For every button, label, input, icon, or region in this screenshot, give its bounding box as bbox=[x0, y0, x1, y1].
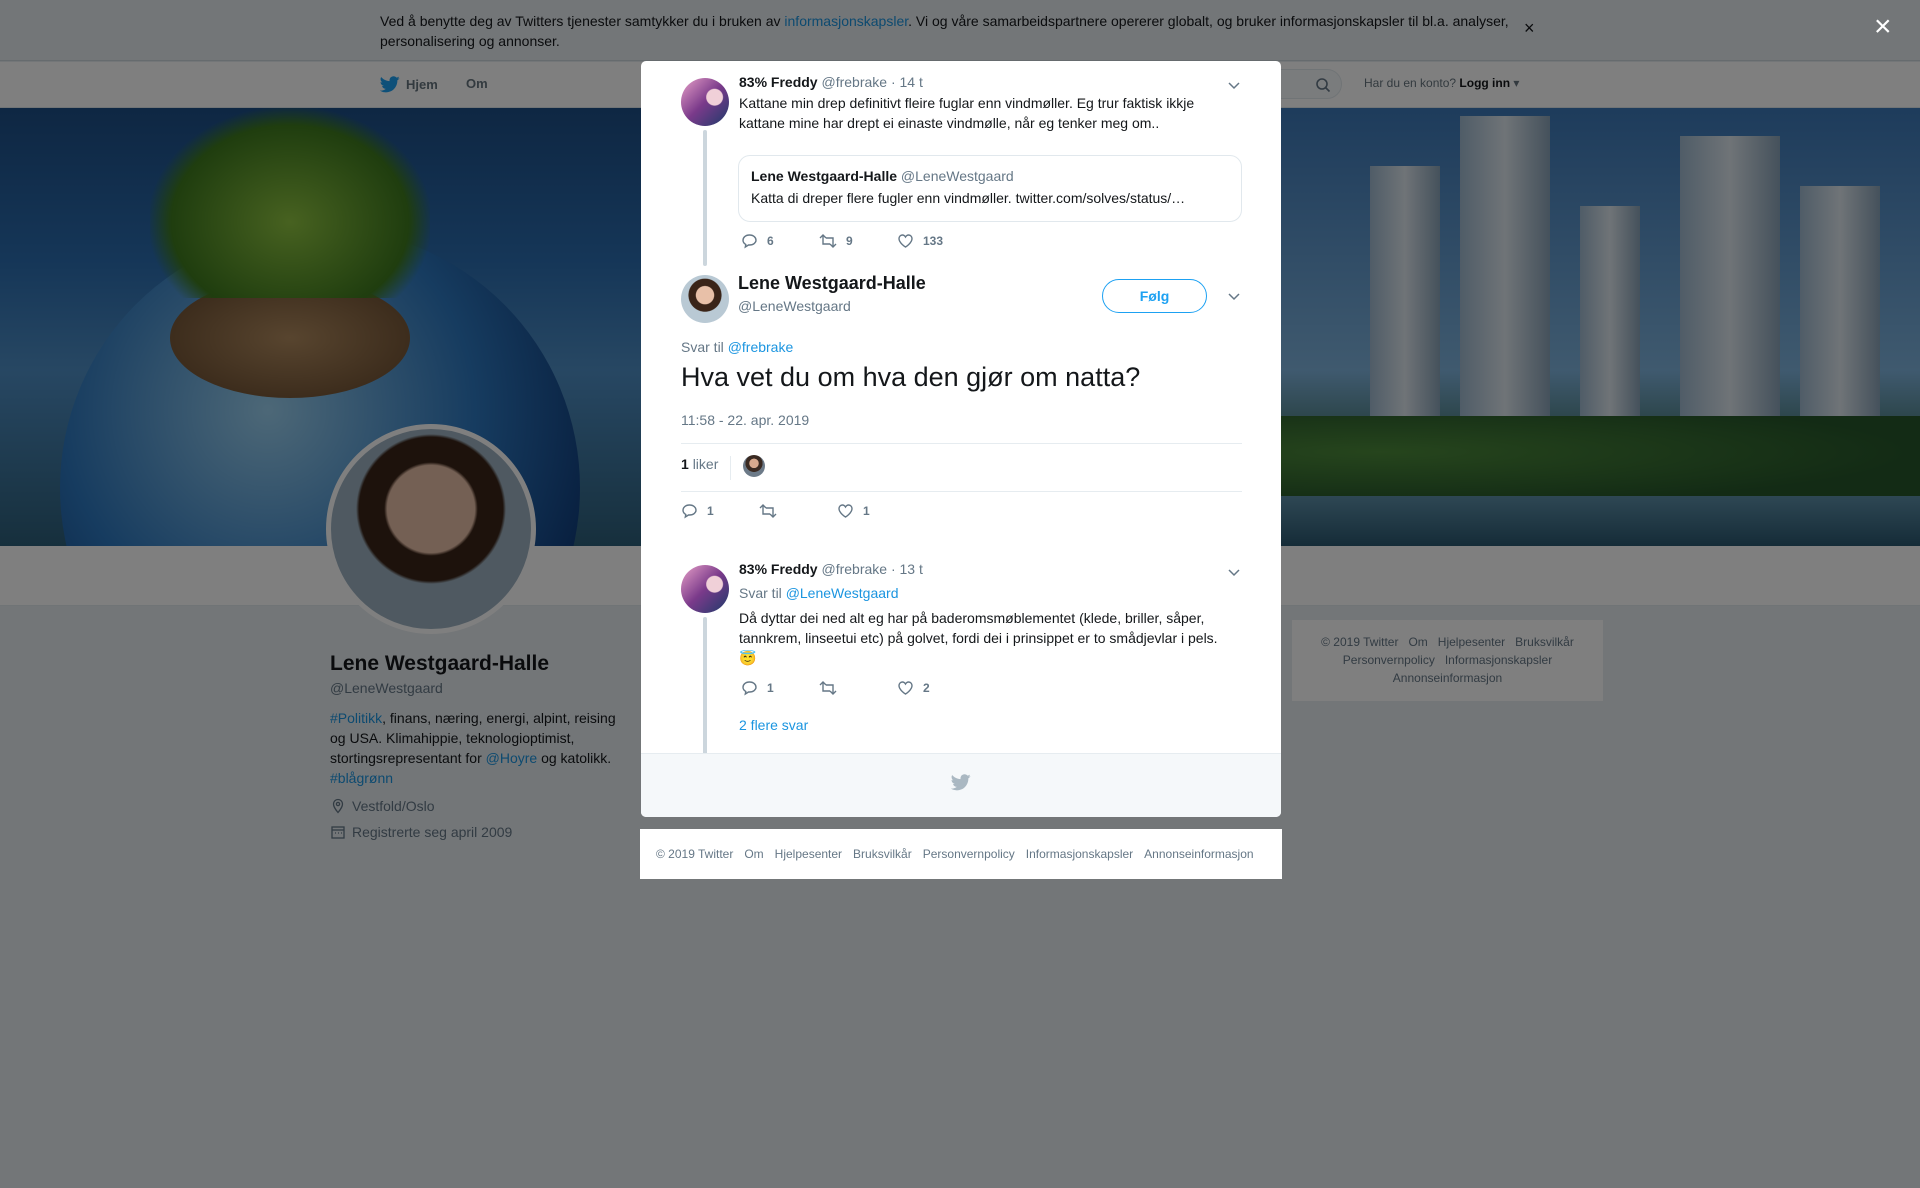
retweet-button[interactable] bbox=[759, 503, 837, 519]
twitter-bird-icon bbox=[951, 774, 971, 791]
like-count: 1 bbox=[863, 504, 870, 518]
footer-link-about[interactable]: Om bbox=[744, 847, 763, 861]
reply-to-mention[interactable]: @LeneWestgaard bbox=[786, 585, 899, 601]
reply-to-label: Svar til bbox=[739, 585, 782, 601]
main-tweet-author-name[interactable]: Lene Westgaard-Halle bbox=[738, 273, 926, 294]
reply-icon bbox=[742, 681, 757, 696]
more-replies-link[interactable]: 2 flere svar bbox=[739, 717, 808, 733]
chevron-down-icon[interactable] bbox=[1226, 288, 1242, 304]
likes-stat-count: 1 bbox=[681, 456, 689, 472]
like-button[interactable]: 1 bbox=[837, 503, 915, 519]
reply-button[interactable]: 1 bbox=[681, 503, 759, 519]
tweet-text: Då dyttar dei ned alt eg har på baderoms… bbox=[739, 608, 1239, 668]
footer-link-terms[interactable]: Bruksvilkår bbox=[853, 847, 912, 861]
main-tweet-text: Hva vet du om hva den gjør om natta? bbox=[681, 362, 1141, 392]
quoted-tweet-text: Katta di dreper flere fugler enn vindmøl… bbox=[751, 190, 1186, 206]
reply-context: Svar til @frebrake bbox=[681, 339, 793, 355]
main-tweet-timestamp: 11:58 - 22. apr. 2019 bbox=[681, 412, 810, 428]
tweet-actions: 1 2 bbox=[741, 680, 975, 696]
thread-connector-line bbox=[703, 130, 707, 266]
liker-avatar[interactable] bbox=[743, 455, 765, 477]
reply-to-label: Svar til bbox=[681, 339, 724, 355]
smiling-halo-emoji: 😇 bbox=[739, 650, 757, 666]
reply-button[interactable]: 1 bbox=[741, 680, 819, 696]
tweet-timestamp[interactable]: · 13 t bbox=[891, 561, 923, 577]
tweet-author-handle[interactable]: @frebrake bbox=[821, 74, 887, 90]
retweet-button[interactable]: 9 bbox=[819, 233, 897, 249]
heart-icon bbox=[898, 681, 913, 695]
reply-count: 6 bbox=[767, 234, 774, 248]
tweet-header: 83% Freddy @frebrake · 13 t bbox=[739, 561, 923, 577]
retweet-icon bbox=[759, 504, 777, 518]
quoted-author-handle: @LeneWestgaard bbox=[900, 168, 1014, 184]
footer-link-cookies[interactable]: Informasjonskapsler bbox=[1026, 847, 1133, 861]
quoted-author-name: Lene Westgaard-Halle bbox=[751, 168, 898, 184]
like-button[interactable]: 2 bbox=[897, 680, 975, 696]
tweet-stats: 1 liker bbox=[681, 443, 1242, 492]
modal-footer: © 2019 Twitter Om Hjelpesenter Bruksvilk… bbox=[640, 829, 1282, 879]
follow-button[interactable]: Følg bbox=[1102, 279, 1207, 313]
avatar[interactable] bbox=[681, 275, 729, 323]
quoted-tweet-header: Lene Westgaard-Halle @LeneWestgaard bbox=[751, 168, 1229, 184]
footer-copyright: © 2019 Twitter bbox=[656, 847, 734, 861]
modal-bottom-bar bbox=[641, 753, 1281, 817]
reply-icon bbox=[682, 504, 697, 519]
main-tweet-author-handle[interactable]: @LeneWestgaard bbox=[738, 298, 851, 314]
retweet-count: 9 bbox=[846, 234, 853, 248]
quoted-tweet[interactable]: Lene Westgaard-Halle @LeneWestgaard Katt… bbox=[738, 155, 1242, 222]
chevron-down-icon[interactable] bbox=[1226, 564, 1242, 580]
like-button[interactable]: 133 bbox=[897, 233, 975, 249]
footer-link-help[interactable]: Hjelpesenter bbox=[775, 847, 842, 861]
likes-stat[interactable]: 1 liker bbox=[681, 456, 732, 480]
reply-count: 1 bbox=[707, 504, 714, 518]
footer-link-ads-info[interactable]: Annonseinformasjon bbox=[1144, 847, 1253, 861]
retweet-icon bbox=[819, 234, 837, 248]
like-count: 133 bbox=[923, 234, 944, 248]
retweet-icon bbox=[819, 681, 837, 695]
main-tweet-actions: 1 1 bbox=[681, 503, 915, 519]
reply-to-mention[interactable]: @frebrake bbox=[728, 339, 794, 355]
tweet-text-body: Då dyttar dei ned alt eg har på baderoms… bbox=[739, 610, 1218, 646]
tweet-text: Kattane min drep definitivt fleire fugla… bbox=[739, 95, 1195, 131]
reply-icon bbox=[742, 234, 757, 249]
avatar[interactable] bbox=[681, 78, 729, 126]
heart-icon bbox=[838, 504, 853, 518]
likes-stat-label: liker bbox=[692, 456, 719, 472]
reply-context: Svar til @LeneWestgaard bbox=[739, 585, 899, 601]
footer-link-privacy[interactable]: Personvernpolicy bbox=[923, 847, 1015, 861]
tweet-timestamp[interactable]: · 14 t bbox=[891, 74, 923, 90]
modal-close-button[interactable]: × bbox=[1874, 12, 1892, 42]
avatar[interactable] bbox=[681, 565, 729, 613]
tweet-permalink-modal: 83% Freddy @frebrake · 14 t Kattane min … bbox=[641, 61, 1281, 817]
like-count: 2 bbox=[923, 681, 930, 695]
tweet-header: 83% Freddy @frebrake · 14 t bbox=[739, 74, 923, 90]
tweet-actions: 6 9 133 bbox=[741, 233, 975, 249]
tweet-author-name[interactable]: 83% Freddy bbox=[739, 561, 818, 577]
retweet-button[interactable] bbox=[819, 680, 897, 696]
reply-button[interactable]: 6 bbox=[741, 233, 819, 249]
tweet-author-name[interactable]: 83% Freddy bbox=[739, 74, 818, 90]
tweet-author-handle[interactable]: @frebrake bbox=[821, 561, 887, 577]
reply-count: 1 bbox=[767, 681, 774, 695]
chevron-down-icon[interactable] bbox=[1226, 77, 1242, 93]
heart-icon bbox=[898, 234, 913, 248]
